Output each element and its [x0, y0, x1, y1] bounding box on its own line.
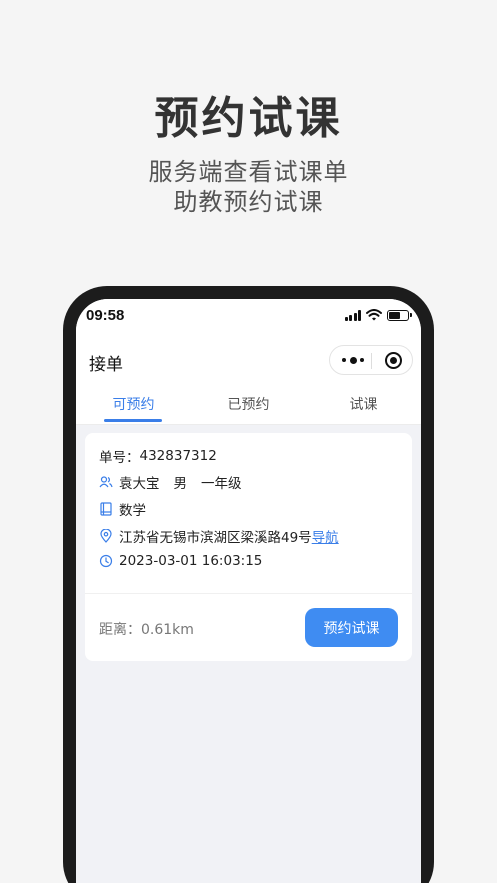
card-divider	[85, 593, 412, 594]
phone-screen: 09:58 接单 可预约 已预约 试课 单号： 432837312 袁大宝 男 …	[76, 299, 421, 883]
status-icons	[344, 309, 412, 321]
order-number-label: 单号：	[99, 450, 140, 466]
miniprogram-capsule	[329, 345, 413, 375]
close-miniprogram-icon[interactable]	[385, 352, 402, 369]
location-pin-icon	[100, 529, 112, 543]
time-row: 2023-03-01 16:03:15	[99, 553, 262, 569]
distance: 距离：0.61km	[99, 622, 194, 638]
clock-icon	[99, 554, 113, 568]
order-number: 432837312	[139, 448, 217, 464]
promo-subtitle-line2: 助教预约试课	[173, 188, 324, 216]
student-name: 袁大宝	[119, 476, 160, 492]
battery-icon	[387, 309, 412, 321]
order-datetime: 2023-03-01 16:03:15	[119, 553, 263, 569]
status-time: 09:58	[86, 307, 125, 324]
status-bar: 09:58	[76, 299, 421, 335]
active-tab-indicator	[104, 419, 162, 422]
wifi-icon	[366, 309, 382, 321]
address-row: 江苏省无锡市滨湖区梁溪路49号 导航	[99, 526, 339, 546]
page-title: 接单	[89, 355, 123, 375]
subject: 数学	[119, 503, 146, 519]
capsule-divider	[371, 353, 372, 369]
order-card[interactable]: 单号： 432837312 袁大宝 男 一年级 数学 江苏省无锡市滨湖区梁溪路4…	[85, 433, 412, 661]
navbar: 接单	[76, 335, 421, 385]
tab-bar: 可预约 已预约 试课	[76, 385, 421, 425]
order-number-row: 单号： 432837312	[99, 446, 217, 466]
people-icon	[99, 476, 113, 488]
tab-trial[interactable]: 试课	[306, 394, 421, 414]
student-row: 袁大宝 男 一年级	[99, 472, 242, 492]
book-icon	[100, 502, 112, 516]
book-trial-button[interactable]: 预约试课	[305, 608, 398, 647]
address: 江苏省无锡市滨湖区梁溪路49号	[119, 530, 312, 546]
student-grade: 一年级	[201, 476, 242, 492]
tab-available[interactable]: 可预约	[76, 394, 191, 414]
subject-row: 数学	[99, 499, 146, 519]
signal-icon	[344, 309, 361, 321]
tab-booked[interactable]: 已预约	[191, 394, 306, 414]
student-gender: 男	[173, 476, 188, 492]
more-menu-icon[interactable]	[342, 355, 364, 365]
navigate-link[interactable]: 导航	[312, 526, 339, 546]
promo-title: 预约试课	[154, 93, 343, 144]
